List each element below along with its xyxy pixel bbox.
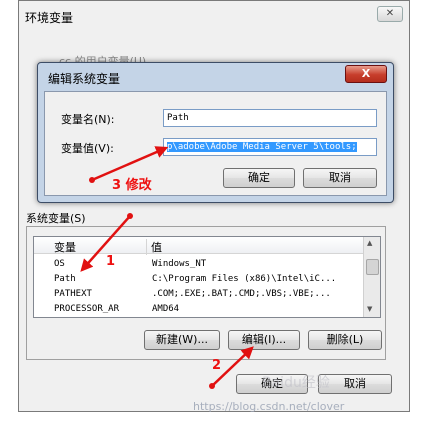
arrow-tail-dot (127, 213, 133, 219)
brand-watermark: Baidu经验 (262, 375, 330, 391)
step-1-label: 1 (106, 254, 116, 269)
step-3-label: 3 修改 (112, 178, 152, 193)
step-2-label: 2 (212, 358, 222, 373)
arrow-tail-dot (209, 383, 215, 389)
url-watermark: https://blog.csdn.net/clover (193, 400, 345, 413)
arrow-tail-dot (89, 177, 95, 183)
